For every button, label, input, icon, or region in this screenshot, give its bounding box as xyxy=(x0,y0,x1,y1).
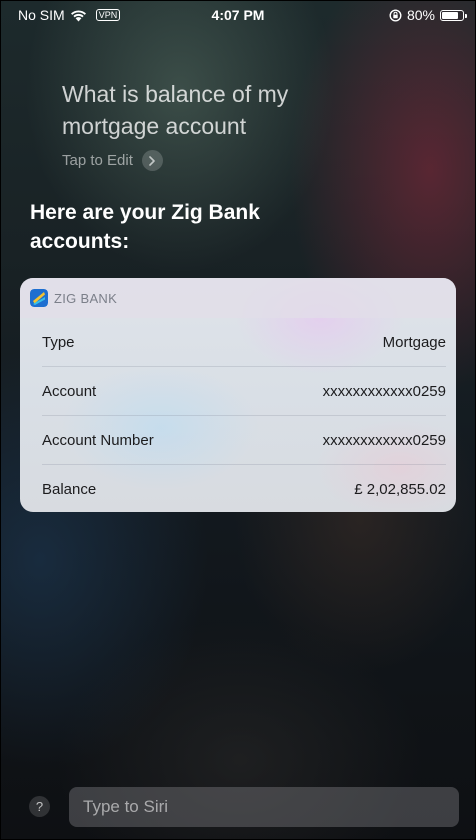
battery-fill xyxy=(442,11,458,19)
card-header: ZIG BANK xyxy=(20,278,456,318)
battery-percent: 80% xyxy=(406,7,435,23)
zig-bank-logo-icon xyxy=(30,289,48,307)
battery-icon xyxy=(440,9,467,21)
row-type: Type Mortgage xyxy=(42,318,446,367)
row-value: xxxxxxxxxxxx0259 xyxy=(322,382,446,400)
app-name: ZIG BANK xyxy=(54,290,118,306)
siri-query[interactable]: What is balance of my mortgage account xyxy=(62,78,362,142)
row-label: Account Number xyxy=(42,431,154,449)
row-balance: Balance £ 2,02,855.02 xyxy=(42,465,446,512)
siri-screen: No SIM VPN 4:07 PM 80% What is balance o… xyxy=(0,0,476,840)
input-placeholder: Type to Siri xyxy=(83,797,169,816)
row-value: xxxxxxxxxxxx0259 xyxy=(322,431,446,449)
status-bar: No SIM VPN 4:07 PM 80% xyxy=(0,0,476,28)
battery-nub xyxy=(465,13,467,18)
row-label: Balance xyxy=(42,480,97,498)
row-value: Mortgage xyxy=(382,333,446,351)
row-value: £ 2,02,855.02 xyxy=(354,480,446,498)
bank-account-card[interactable]: ZIG BANK Type Mortgage Account xxxxxxxxx… xyxy=(20,278,456,512)
rotation-lock-icon xyxy=(389,8,402,22)
status-right: 80% xyxy=(389,7,467,23)
row-label: Type xyxy=(42,333,75,351)
row-account-number: Account Number xxxxxxxxxxxx0259 xyxy=(42,416,446,465)
type-to-siri-input[interactable]: Type to Siri xyxy=(69,787,459,827)
help-button[interactable]: ? xyxy=(29,796,50,817)
tap-to-edit-label: Tap to Edit xyxy=(62,152,133,169)
account-rows: Type Mortgage Account xxxxxxxxxxxx0259 A… xyxy=(20,318,456,512)
row-account: Account xxxxxxxxxxxx0259 xyxy=(42,367,446,416)
siri-response: Here are your Zig Bank accounts: xyxy=(30,201,260,253)
row-label: Account xyxy=(42,382,97,400)
chevron-right-icon xyxy=(141,150,163,171)
tap-to-edit-button[interactable]: Tap to Edit xyxy=(62,150,163,171)
